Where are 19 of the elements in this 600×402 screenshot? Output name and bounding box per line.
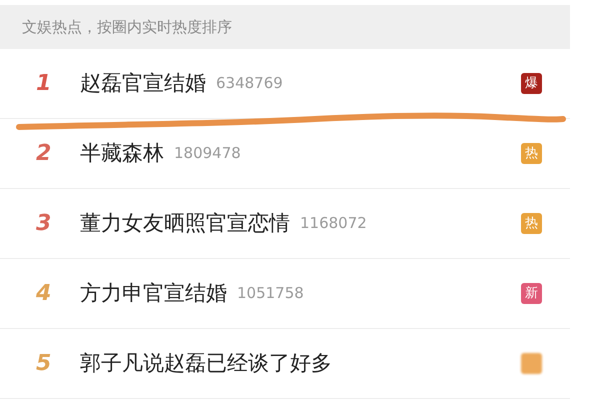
heat-count: 1809478 — [174, 143, 241, 164]
topic-title[interactable]: 半藏森林 — [80, 138, 164, 170]
heat-count: 6348769 — [216, 73, 283, 94]
header-text: 文娱热点，按圈内实时热度排序 — [22, 16, 232, 38]
rank-number: 2 — [35, 140, 52, 168]
status-badge: 热 — [521, 213, 542, 234]
topic-title[interactable]: 方力申官宣结婚 — [80, 278, 227, 310]
topic-title[interactable]: 赵磊官宣结婚 — [80, 68, 206, 100]
status-badge: 爆 — [521, 73, 542, 94]
topic-title[interactable]: 董力女友晒照官宣恋情 — [80, 208, 290, 240]
heat-count: 1051758 — [237, 283, 304, 304]
status-badge: 热 — [521, 143, 542, 164]
rank-number: 3 — [35, 210, 52, 238]
topic-title[interactable]: 郭子凡说赵磊已经谈了好多 — [80, 348, 332, 380]
rank-number: 1 — [35, 70, 52, 98]
rank-number: 4 — [35, 280, 52, 308]
heat-count: 1168072 — [300, 213, 367, 234]
status-badge: 新 — [521, 283, 542, 304]
rank-number: 5 — [35, 350, 52, 378]
